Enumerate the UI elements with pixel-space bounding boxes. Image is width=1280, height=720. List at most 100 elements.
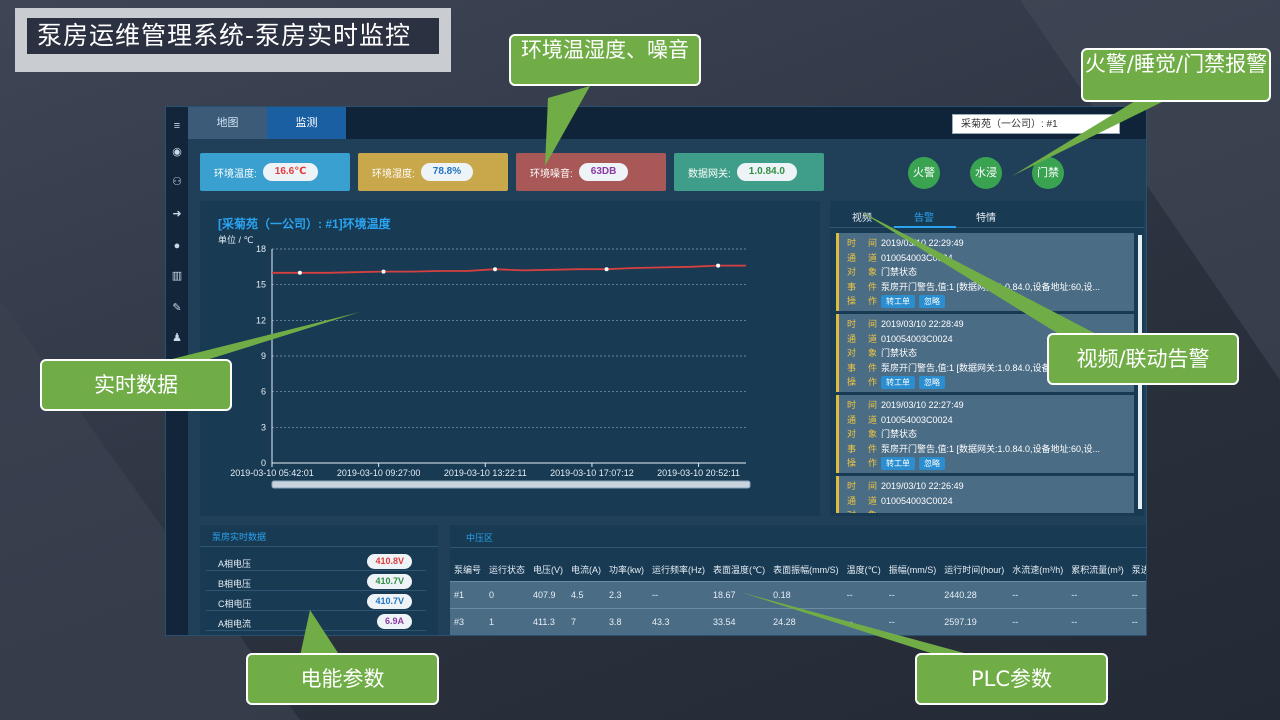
series-line (272, 264, 746, 274)
fire-alarm-button[interactable]: 火警 (908, 157, 940, 189)
plc-column-header: 电流(A) (567, 559, 606, 581)
table-row[interactable]: #3 1 411.3 7 3.8 43.3 33.54 24.28 -- -- 2597.19 -- -… (450, 607, 1146, 635)
org-icon[interactable]: ⚇ (170, 175, 184, 189)
alarm-row: 对象门禁状态 (847, 265, 917, 278)
env-temp-label: 环境温度: (214, 168, 257, 180)
alarm-row: 对象门禁状态 (847, 427, 917, 440)
electric-param-value: 410.7V (367, 574, 412, 589)
electric-panel-title[interactable]: 泵房实时数据 (212, 530, 266, 543)
electric-param-value: 410.7V (367, 594, 412, 609)
menu-icon[interactable]: ≡ (170, 119, 184, 133)
alarm-row: 通道010054003C0024 (847, 413, 953, 426)
plc-cell: #3 (450, 607, 486, 635)
plc-column-header: 温度(℃) (842, 559, 885, 581)
water-drop-icon[interactable]: ● (170, 239, 184, 253)
flood-alarm-button[interactable]: 水浸 (970, 157, 1002, 189)
env-noise-label: 环境噪音: (530, 168, 573, 180)
globe-icon[interactable]: ◉ (170, 145, 184, 159)
alarm-time: 2019/03/10 22:28:49 (881, 319, 964, 329)
plc-cell: -- (1008, 607, 1068, 635)
alarm-row: 对象门禁状态 (847, 346, 917, 359)
electric-param-name: C相电压 (218, 599, 252, 609)
gateway-card: 数据网关: 1.0.84.0 (674, 153, 824, 191)
plc-column-header: 运行时间(hour) (940, 559, 1009, 581)
ignore-button[interactable]: 忽略 (919, 376, 945, 389)
x-tick-label: 2019-03-10 20:52:11 (657, 468, 740, 478)
callout-electric: 电能参数 (246, 653, 439, 705)
electric-param-value: 6.9A (376, 614, 412, 629)
plc-cell: -- (648, 580, 710, 608)
plc-cell: -- (842, 580, 885, 608)
ignore-button[interactable]: 忽略 (919, 457, 945, 470)
tab-alarm[interactable]: 告警 (914, 209, 934, 224)
plc-cell: -- (884, 607, 941, 635)
alarm-key: 通道 (847, 495, 890, 506)
alarm-time: 2019/03/10 22:29:49 (881, 238, 964, 248)
alarm-key: 对象 (847, 429, 890, 439)
electric-row: B相电压 410.7V (206, 573, 426, 591)
alarm-key: 时间 (847, 481, 890, 491)
table-row[interactable]: #1 0 407.9 4.5 2.3 -- 18.67 0.18 -- -- 2440.28 -- --… (450, 580, 1146, 608)
tab-special[interactable]: 特情 (976, 209, 996, 224)
alarm-row: 通道010054003C0024 (847, 494, 953, 507)
gateway-label: 数据网关: (688, 168, 731, 180)
plc-cell: 0.18 (769, 580, 843, 608)
data-point (297, 270, 302, 275)
create-ticket-button[interactable]: 转工单 (881, 295, 915, 308)
alarm-key: 对象 (847, 267, 890, 277)
plc-column-header: 泵编号 (450, 559, 486, 581)
create-ticket-button[interactable]: 转工单 (881, 457, 915, 470)
create-ticket-button[interactable]: 转工单 (881, 376, 915, 389)
plc-cell: -- (884, 580, 941, 608)
plc-cell: #1 (450, 580, 486, 608)
electric-param-name: B相电压 (218, 579, 252, 589)
ignore-button[interactable]: 忽略 (919, 295, 945, 308)
tab-video[interactable]: 视频 (852, 209, 872, 224)
plc-cell: 411.3 (529, 607, 568, 635)
alarm-row: 事件泵房开门警告,值:1 [数据网关:1.0.84.0,设备地址:60,设... (847, 442, 1100, 455)
user-icon[interactable]: ♟ (170, 331, 184, 345)
wrench-icon[interactable]: ✎ (170, 301, 184, 315)
alarm-row: 通道010054003C0024 (847, 251, 953, 264)
chart-icon[interactable]: ▥ (170, 269, 184, 283)
electric-panel: 泵房实时数据 A相电压 410.8V B相电压 410.7V C相电压 410.7V A相电… (200, 525, 438, 635)
alarm-row: 事件泵房开门警告,值:1 [数据网关:1.0.84.0,设备地址:60,设... (847, 280, 1100, 293)
tab-monitor[interactable]: 监测 (267, 107, 346, 139)
electric-param-value: 410.8V (367, 554, 412, 569)
temperature-line-chart: 0 3 6 9 12 15 18 2019-03-10 05:42:01 2019-03-10 … (230, 244, 751, 489)
x-tick-label: 2019-03-10 17:07:12 (550, 468, 634, 478)
alarm-actions: 操作转工单 忽略 (847, 294, 949, 308)
env-noise-value: 63DB (578, 163, 629, 181)
alarm-time: 2019/03/10 22:27:49 (881, 400, 964, 410)
alarm-key: 事件 (847, 362, 890, 373)
callout-plc: PLC参数 (915, 653, 1108, 705)
alarm-item[interactable]: 时间2019/03/10 22:29:49 通道010054003C0024 对象门… (836, 233, 1134, 311)
tab-medium-pressure[interactable]: 中压区 (466, 531, 493, 544)
alarm-key: 时间 (847, 319, 890, 329)
door-alarm-button[interactable]: 门禁 (1032, 157, 1064, 189)
alarm-item[interactable]: 时间2019/03/10 22:27:49 通道010054003C0024 对象门… (836, 395, 1134, 473)
plc-cell: 18.67 (709, 580, 770, 608)
plc-cell: -- (1127, 607, 1146, 635)
y-tick-label: 9 (261, 351, 266, 361)
site-select[interactable]: 采菊苑（一公司）: #1 (952, 114, 1120, 134)
login-icon[interactable]: ➜ (170, 207, 184, 221)
y-tick-label: 3 (261, 422, 266, 432)
env-humidity-value: 78.8% (420, 163, 474, 181)
alarm-event: 泵房开门警告,值:1 [数据网关:1.0.84.0,设备地址:60,设... (881, 281, 1101, 292)
alarm-row: 对象 (847, 508, 881, 513)
alarm-key: 事件 (847, 281, 890, 292)
alarm-object: 门禁状态 (881, 348, 918, 358)
plc-cell: -- (842, 607, 885, 635)
alarm-item[interactable]: 时间2019/03/10 22:26:49通道010054003C0024对象事… (836, 476, 1134, 513)
tab-divider (450, 547, 1146, 548)
zoom-slider[interactable] (271, 480, 751, 489)
plc-panel: 中压区 泵编号 运行状态 电压(V) 电流(A) 功率(kw) 运行频率(Hz) 表面温度(… (450, 525, 1146, 635)
alarm-key: 操作 (847, 296, 890, 306)
tab-map[interactable]: 地图 (188, 107, 267, 139)
temperature-chart-panel: [采菊苑（一公司）: #1]环境温度 单位 / ℃ 0 3 6 9 12 15 18 2019… (200, 201, 820, 516)
env-humidity-label: 环境湿度: (372, 168, 415, 180)
callout-video: 视频/联动告警 (1047, 333, 1239, 385)
data-point (716, 263, 721, 268)
plc-table: 泵编号 运行状态 电压(V) 电流(A) 功率(kw) 运行频率(Hz) 表面温度(℃) 表面… (450, 559, 1146, 635)
